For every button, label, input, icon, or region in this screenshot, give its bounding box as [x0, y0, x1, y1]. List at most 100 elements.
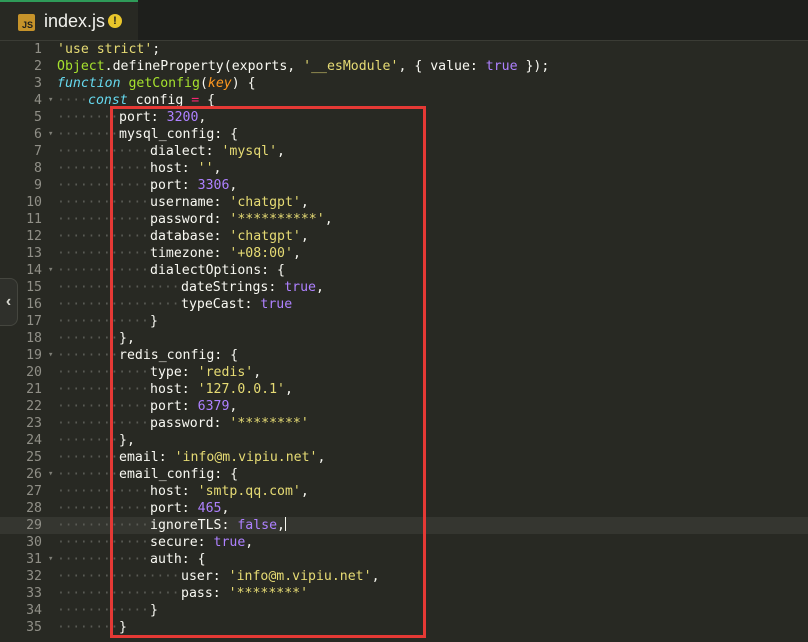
fold-arrow-icon[interactable]: ▾ — [48, 551, 53, 568]
code-line[interactable]: 20 type: 'redis', ············ — [0, 364, 808, 381]
whitespace-dots: ········ — [57, 467, 119, 482]
line-number: 4 — [34, 93, 42, 108]
code-text: user: 'info@m.vipiu.net', — [181, 569, 380, 584]
code-line[interactable]: 15 dateStrings: true, ················ — [0, 279, 808, 296]
line-number: 21 — [26, 382, 42, 397]
code-line[interactable]: 14 ▾ dialectOptions: {············ — [0, 262, 808, 279]
line-number: 8 — [34, 161, 42, 176]
chevron-left-icon[interactable]: ‹ — [0, 278, 18, 326]
code-line[interactable]: 1 'use strict'; — [0, 41, 808, 58]
code-text: port: 3200, — [119, 110, 207, 125]
code-line[interactable]: 25 email: 'info@m.vipiu.net', ········ — [0, 449, 808, 466]
code-line[interactable]: 28 port: 465, ············ — [0, 500, 808, 517]
whitespace-dots: ············ — [57, 603, 149, 618]
whitespace-dots: ········ — [57, 450, 119, 465]
whitespace-dots: ············ — [57, 518, 149, 533]
fold-arrow-icon[interactable]: ▾ — [48, 466, 53, 483]
code-line[interactable]: 34} ············ — [0, 602, 808, 619]
code-line[interactable]: 31 ▾ auth: {············ — [0, 551, 808, 568]
line-number: 24 — [26, 433, 42, 448]
code-line[interactable]: 2 Object.defineProperty(exports, '__esMod… — [0, 58, 808, 75]
code-text: host: 'smtp.qq.com', — [150, 484, 309, 499]
whitespace-dots: ············ — [57, 535, 149, 550]
code-text: Object.defineProperty(exports, '__esModu… — [57, 59, 550, 74]
warning-icon[interactable]: ! — [108, 14, 122, 28]
code-line[interactable]: 17} ············ — [0, 313, 808, 330]
code-line[interactable]: 26 ▾ email_config: {········ — [0, 466, 808, 483]
whitespace-dots: ············ — [57, 365, 149, 380]
code-text: } — [150, 603, 158, 618]
code-line[interactable]: 12 database: 'chatgpt', ············ — [0, 228, 808, 245]
line-number: 20 — [26, 365, 42, 380]
whitespace-dots: ············ — [57, 178, 149, 193]
code-line[interactable]: 8 host: '', ············ — [0, 160, 808, 177]
line-number: 9 — [34, 178, 42, 193]
whitespace-dots: ············ — [57, 416, 149, 431]
code-text: pass: '********' — [181, 586, 309, 601]
whitespace-dots: ········ — [57, 620, 119, 635]
code-text: dialect: 'mysql', — [150, 144, 285, 159]
line-number: 28 — [26, 501, 42, 516]
code-line[interactable]: 9 port: 3306, ············ — [0, 177, 808, 194]
line-number: 22 — [26, 399, 42, 414]
fold-arrow-icon[interactable]: ▾ — [48, 92, 53, 109]
js-file-icon: JS — [18, 14, 35, 31]
line-number: 13 — [26, 246, 42, 261]
code-text: timezone: '+08:00', — [150, 246, 301, 261]
whitespace-dots: ········ — [57, 127, 119, 142]
fold-arrow-icon[interactable]: ▾ — [48, 347, 53, 364]
line-number: 34 — [26, 603, 42, 618]
code-text: }, — [119, 331, 135, 346]
line-number: 23 — [26, 416, 42, 431]
line-number: 31 — [26, 552, 42, 567]
tab-title: index.js — [44, 11, 106, 31]
whitespace-dots: ········ — [57, 110, 119, 125]
code-line[interactable]: 33 pass: '********' ················ — [0, 585, 808, 602]
code-line[interactable]: 5 port: 3200, ········ — [0, 109, 808, 126]
code-text: } — [119, 620, 127, 635]
code-text: redis_config: { — [119, 348, 239, 363]
code-text: dateStrings: true, — [181, 280, 324, 295]
line-number: 6 — [34, 127, 42, 142]
line-number: 14 — [26, 263, 42, 278]
code-line[interactable]: 11 password: '**********', ············ — [0, 211, 808, 228]
code-line[interactable]: 21 host: '127.0.0.1', ············ — [0, 381, 808, 398]
code-line[interactable]: 32 user: 'info@m.vipiu.net', ·············… — [0, 568, 808, 585]
code-line[interactable]: 29 ignoreTLS: false, ············ — [0, 517, 808, 534]
code-text: mysql_config: { — [119, 127, 239, 142]
fold-arrow-icon[interactable]: ▾ — [48, 262, 53, 279]
whitespace-dots: ············ — [57, 161, 149, 176]
code-text: auth: { — [150, 552, 206, 567]
code-line[interactable]: 24}, ········ — [0, 432, 808, 449]
code-line[interactable]: 10 username: 'chatgpt', ············ — [0, 194, 808, 211]
code-line[interactable]: 4 ▾ const config = {···· — [0, 92, 808, 109]
whitespace-dots: ············ — [57, 501, 149, 516]
code-line[interactable]: 6 ▾ mysql_config: {········ — [0, 126, 808, 143]
code-line[interactable]: 3 function getConfig(key) { — [0, 75, 808, 92]
code-line[interactable]: 7 dialect: 'mysql', ············ — [0, 143, 808, 160]
code-line[interactable]: 13 timezone: '+08:00', ············ — [0, 245, 808, 262]
code-line[interactable]: 16 typeCast: true ················ — [0, 296, 808, 313]
whitespace-dots: ········ — [57, 433, 119, 448]
code-line[interactable]: 27 host: 'smtp.qq.com', ············ — [0, 483, 808, 500]
code-text: database: 'chatgpt', — [150, 229, 309, 244]
line-number: 26 — [26, 467, 42, 482]
code-line[interactable]: 30 secure: true, ············ — [0, 534, 808, 551]
tab-index-js[interactable]: JS index.js ! — [0, 0, 138, 40]
whitespace-dots: ················ — [57, 569, 180, 584]
code-line[interactable]: 22 port: 6379, ············ — [0, 398, 808, 415]
whitespace-dots: ············ — [57, 552, 149, 567]
whitespace-dots: ············ — [57, 246, 149, 261]
code-line[interactable]: 23 password: '********' ············ — [0, 415, 808, 432]
code-text: ignoreTLS: false, — [150, 517, 286, 533]
fold-arrow-icon[interactable]: ▾ — [48, 126, 53, 143]
code-line[interactable]: 18}, ········ — [0, 330, 808, 347]
code-text: host: '127.0.0.1', — [150, 382, 293, 397]
line-number: 32 — [26, 569, 42, 584]
line-number: 1 — [34, 42, 42, 57]
line-number: 3 — [34, 76, 42, 91]
whitespace-dots: ············ — [57, 195, 149, 210]
line-number: 11 — [26, 212, 42, 227]
code-line[interactable]: 35} ········ — [0, 619, 808, 636]
code-line[interactable]: 19 ▾ redis_config: {········ — [0, 347, 808, 364]
